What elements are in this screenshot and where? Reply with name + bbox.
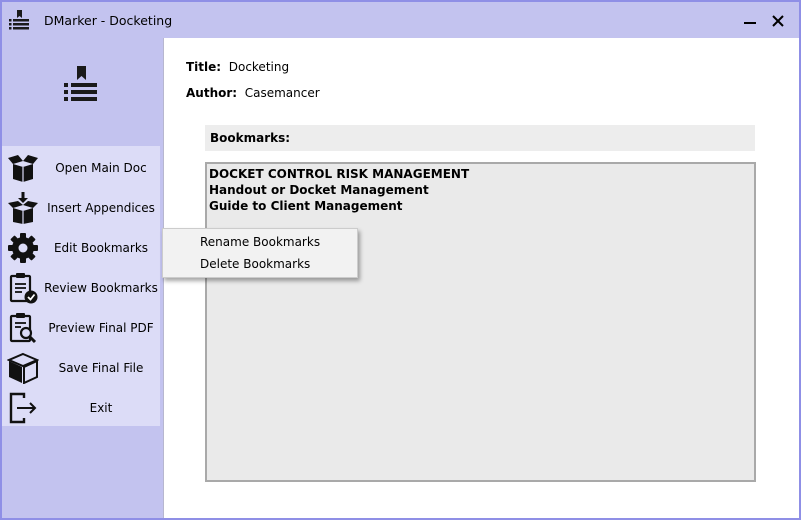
title-value: Docketing (228, 60, 290, 74)
preview-final-pdf-button[interactable]: Preview Final PDF (2, 308, 160, 348)
nav-label: Edit Bookmarks (53, 241, 149, 255)
bookmark-list-icon (62, 66, 102, 106)
list-item[interactable]: Handout or Docket Management (209, 182, 754, 198)
clipboard-check-icon (7, 272, 39, 304)
minimize-button[interactable] (736, 8, 764, 34)
close-button[interactable] (764, 8, 792, 34)
author-label: Author: (186, 86, 238, 100)
nav-panel: Open Main Doc Insert Appendices Edit Boo… (2, 146, 160, 426)
gear-icon (7, 232, 39, 264)
box-icon (6, 352, 40, 385)
list-item[interactable]: Guide to Client Management (209, 198, 754, 214)
bookmarks-list[interactable]: DOCKET CONTROL RISK MANAGEMENT Handout o… (205, 162, 756, 482)
review-bookmarks-button[interactable]: Review Bookmarks (2, 268, 160, 308)
title-label: Title: (186, 60, 222, 74)
menu-item-label: Rename Bookmarks (200, 235, 321, 249)
nav-label: Exit (89, 401, 113, 415)
rename-bookmarks-menu-item[interactable]: Rename Bookmarks (163, 231, 357, 253)
menu-gutter (163, 253, 191, 275)
edit-bookmarks-button[interactable]: Edit Bookmarks (2, 228, 160, 268)
nav-label: Insert Appendices (47, 201, 155, 215)
insert-appendices-button[interactable]: Insert Appendices (2, 188, 160, 228)
context-menu: Rename Bookmarks Delete Bookmarks (162, 228, 358, 278)
box-insert-icon (7, 192, 39, 224)
nav-label: Preview Final PDF (48, 321, 154, 335)
title-bar: DMarker - Docketing (2, 2, 799, 38)
save-final-file-button[interactable]: Save Final File (2, 348, 160, 388)
window-title: DMarker - Docketing (44, 13, 173, 28)
bookmarks-header: Bookmarks: (205, 125, 755, 151)
nav-label: Review Bookmarks (44, 281, 158, 295)
delete-bookmarks-menu-item[interactable]: Delete Bookmarks (163, 253, 357, 275)
open-main-doc-button[interactable]: Open Main Doc (2, 148, 160, 188)
document-author-row: Author: Casemancer (186, 86, 320, 100)
exit-icon (7, 392, 39, 424)
minimize-icon (744, 22, 756, 24)
list-item[interactable]: DOCKET CONTROL RISK MANAGEMENT (209, 166, 754, 182)
menu-gutter (163, 231, 191, 253)
exit-button[interactable]: Exit (2, 388, 160, 428)
nav-label: Open Main Doc (55, 161, 147, 175)
main-content: Title: Docketing Author: Casemancer Book… (163, 38, 799, 518)
document-title-row: Title: Docketing (186, 60, 289, 74)
app-window: DMarker - Docketing Open Main Doc Insert… (0, 0, 801, 520)
sidebar: Open Main Doc Insert Appendices Edit Boo… (2, 38, 160, 518)
clipboard-search-icon (7, 312, 39, 344)
nav-label: Save Final File (58, 361, 144, 375)
menu-item-label: Delete Bookmarks (200, 257, 311, 271)
author-value: Casemancer (244, 86, 320, 100)
open-box-icon (7, 152, 39, 184)
close-icon (772, 15, 784, 27)
bookmark-list-icon (8, 10, 30, 32)
